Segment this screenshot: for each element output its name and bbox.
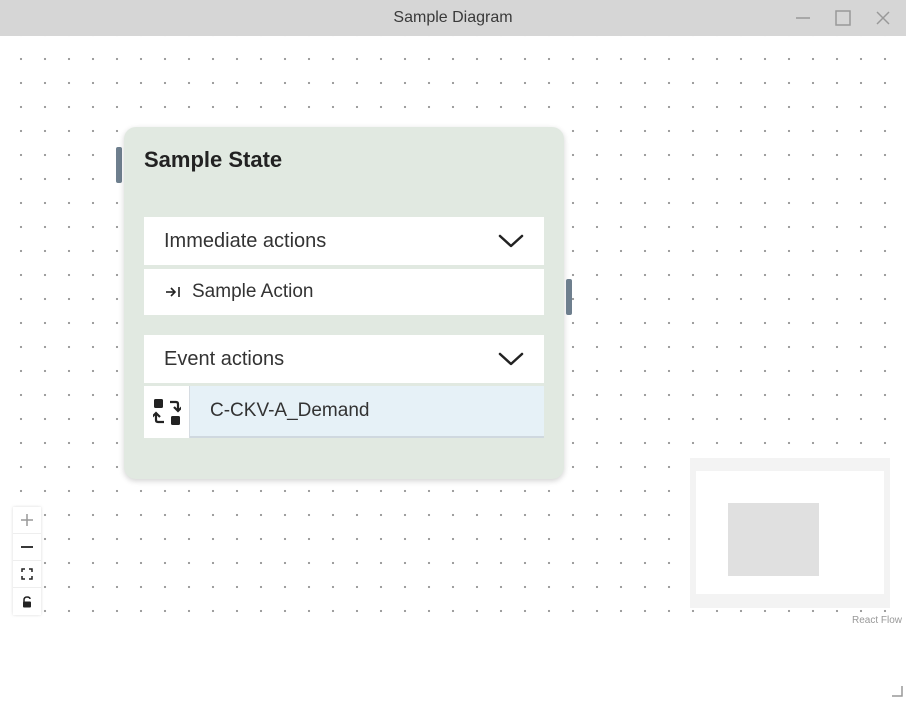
state-node[interactable]: Sample State Immediate actions Sample Ac… xyxy=(124,127,564,479)
fit-view-button[interactable] xyxy=(13,561,41,588)
fit-view-icon xyxy=(21,568,33,580)
app-window: Sample Diagram Sample State Immediate ac… xyxy=(0,0,906,701)
react-flow-attribution[interactable]: React Flow xyxy=(852,615,902,626)
minimap-node xyxy=(728,503,819,576)
minimize-button[interactable] xyxy=(788,3,818,33)
minimize-icon xyxy=(796,17,810,19)
chevron-down-icon[interactable] xyxy=(498,351,524,367)
close-button[interactable] xyxy=(868,3,898,33)
window-controls xyxy=(788,0,898,36)
canvas-footer-area xyxy=(0,626,906,701)
immediate-action-label: Sample Action xyxy=(192,281,314,302)
event-actions-label: Event actions xyxy=(164,347,285,370)
resize-grip-icon[interactable] xyxy=(891,685,903,697)
minimap-viewport[interactable] xyxy=(696,471,884,594)
flow-controls xyxy=(13,507,41,615)
minimap[interactable] xyxy=(690,458,890,608)
event-action-value: C-CKV-A_Demand xyxy=(210,400,370,421)
arrow-to-line-icon xyxy=(166,287,180,297)
event-actions-header[interactable]: Event actions xyxy=(144,335,544,385)
plus-icon xyxy=(21,514,33,526)
lock-icon xyxy=(23,595,31,607)
zoom-out-button[interactable] xyxy=(13,534,41,561)
immediate-actions-label: Immediate actions xyxy=(164,229,327,252)
node-target-handle[interactable] xyxy=(116,147,122,183)
immediate-actions-header[interactable]: Immediate actions xyxy=(144,217,544,267)
window-title: Sample Diagram xyxy=(393,9,513,26)
title-bar[interactable]: Sample Diagram xyxy=(0,0,906,36)
node-title: Sample State xyxy=(144,147,283,172)
maximize-icon xyxy=(835,10,851,26)
event-action-value-field[interactable]: C-CKV-A_Demand xyxy=(190,386,544,438)
close-icon xyxy=(876,11,890,25)
immediate-action-item[interactable]: Sample Action xyxy=(144,269,544,315)
event-action-item[interactable]: C-CKV-A_Demand xyxy=(144,386,544,438)
node-source-handle[interactable] xyxy=(566,279,572,315)
lock-button[interactable] xyxy=(13,588,41,615)
swap-icon xyxy=(152,399,181,425)
event-action-icon-cell xyxy=(144,386,190,438)
maximize-button[interactable] xyxy=(828,3,858,33)
chevron-down-icon[interactable] xyxy=(498,233,524,249)
zoom-in-button[interactable] xyxy=(13,507,41,534)
minus-icon xyxy=(21,546,33,548)
